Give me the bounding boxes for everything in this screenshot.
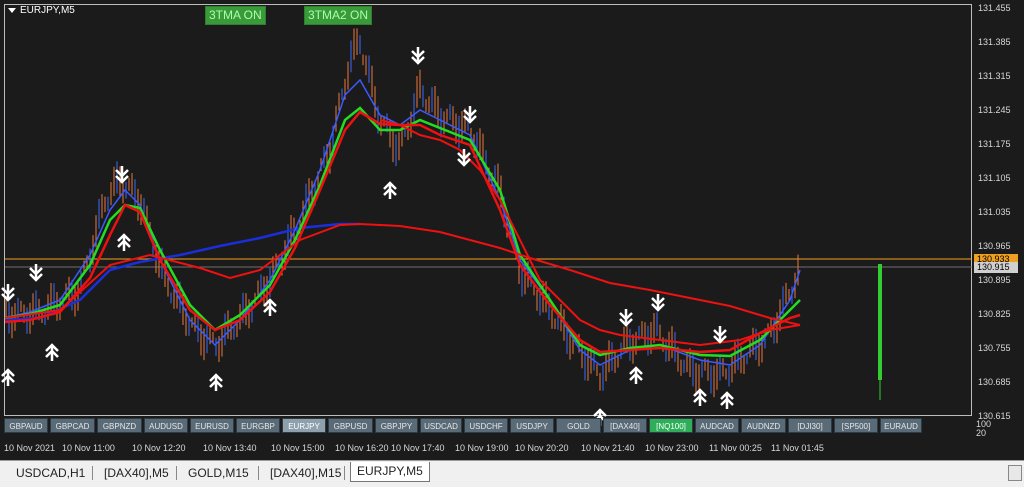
sell-arrow-icon bbox=[651, 294, 665, 312]
symbol-button-gbpcad[interactable]: GBPCAD bbox=[50, 418, 95, 433]
symbol-button-usdjpy[interactable]: USDJPY bbox=[510, 418, 554, 433]
time-label: 10 Nov 23:00 bbox=[645, 443, 699, 453]
time-label: 10 Nov 19:00 bbox=[455, 443, 509, 453]
sell-arrow-icon bbox=[1, 284, 15, 302]
symbol-button-eurjpy[interactable]: EURJPY bbox=[282, 418, 326, 433]
time-label: 11 Nov 00:25 bbox=[709, 443, 762, 453]
time-label: 10 Nov 15:00 bbox=[271, 443, 325, 453]
symbol-button-usdcad[interactable]: USDCAD bbox=[420, 418, 462, 433]
symbol-button-gbpjpy[interactable]: GBPJPY bbox=[375, 418, 418, 433]
symbol-button-audcad[interactable]: AUDCAD bbox=[695, 418, 739, 433]
sub-axis-min: 20 bbox=[976, 428, 987, 438]
sell-arrow-icon bbox=[411, 47, 425, 65]
3tma2-button[interactable]: 3TMA2 ON bbox=[304, 6, 373, 25]
symbol-button-gold[interactable]: GOLD bbox=[556, 418, 601, 433]
buy-arrow-icon bbox=[383, 181, 397, 199]
sell-arrow-icon bbox=[713, 326, 727, 344]
symbol-button-dji30[interactable]: [DJI30] bbox=[788, 418, 832, 433]
tab-scroll-right[interactable] bbox=[1008, 465, 1022, 481]
sell-arrow-icon bbox=[619, 309, 633, 327]
symbol-button-dax40[interactable]: [DAX40] bbox=[603, 418, 647, 433]
symbol-button-nq100[interactable]: [NQ100] bbox=[649, 418, 693, 433]
time-label: 10 Nov 2021 bbox=[4, 443, 56, 453]
buy-arrow-icon bbox=[209, 373, 223, 391]
tab-eurjpy-m5[interactable]: EURJPY,M5 bbox=[350, 462, 430, 482]
buy-arrow-icon bbox=[1, 368, 15, 386]
price-label: 130.755 bbox=[978, 343, 1011, 353]
tma-red-fast bbox=[4, 110, 801, 354]
symbol-button-gbpusd[interactable]: GBPUSD bbox=[328, 418, 373, 433]
symbol-button-row: GBPAUD GBPCAD GBPNZD AUDUSD EURUSD EURGBP EURJ… bbox=[4, 418, 972, 434]
tab-separator bbox=[258, 466, 259, 480]
symbol-button-audusd[interactable]: AUDUSD bbox=[144, 418, 188, 433]
symbol-button-usdchf[interactable]: USDCHF bbox=[464, 418, 508, 433]
price-plot bbox=[1, 28, 972, 426]
symbol-button-sp500[interactable]: [SP500] bbox=[834, 418, 878, 433]
tab-gold-m15[interactable]: GOLD,M15 bbox=[182, 464, 255, 482]
ask-price-tag: 130.915 bbox=[974, 262, 1018, 273]
time-label: 10 Nov 12:20 bbox=[132, 443, 186, 453]
time-label: 10 Nov 13:40 bbox=[203, 443, 257, 453]
symbol-button-gbpnzd[interactable]: GBPNZD bbox=[97, 418, 142, 433]
time-label: 10 Nov 20:20 bbox=[515, 443, 569, 453]
price-axis[interactable]: 131.455 131.385 131.315 131.245 131.175 131.1… bbox=[972, 0, 1024, 460]
chart-window[interactable]: EURJPY,M5 3TMA ON 3TMA2 ON 131.455 131.38… bbox=[0, 0, 1024, 460]
tma-blue-upper bbox=[4, 78, 801, 366]
tab--dax40--m15[interactable]: [DAX40],M15 bbox=[264, 464, 347, 482]
buy-arrow-icon bbox=[117, 233, 131, 251]
buy-arrow-icon bbox=[720, 391, 734, 409]
buy-arrow-icon bbox=[45, 343, 59, 361]
tab-usdcad-h1[interactable]: USDCAD,H1 bbox=[10, 464, 91, 482]
price-label: 130.965 bbox=[978, 241, 1011, 251]
symbol-button-eurgbp[interactable]: EURGBP bbox=[236, 418, 280, 433]
symbol-button-eurusd[interactable]: EURUSD bbox=[190, 418, 234, 433]
time-label: 11 Nov 01:45 bbox=[771, 443, 824, 453]
dropdown-triangle-icon[interactable] bbox=[8, 7, 16, 13]
symbol-button-euraud[interactable]: EURAUD bbox=[880, 418, 922, 433]
tab-separator bbox=[344, 466, 345, 480]
time-label: 10 Nov 11:00 bbox=[62, 443, 115, 453]
price-label: 130.685 bbox=[978, 377, 1011, 387]
tab--dax40--m5[interactable]: [DAX40],M5 bbox=[98, 464, 175, 482]
price-label: 131.245 bbox=[978, 105, 1011, 115]
sell-arrow-icon bbox=[115, 166, 129, 184]
chart-tabbar: USDCAD,H1 [DAX40],M5 GOLD,M15 [DAX40],M15 EU… bbox=[0, 460, 1024, 487]
symbol-button-gbpaud[interactable]: GBPAUD bbox=[4, 418, 48, 433]
time-label: 10 Nov 17:40 bbox=[391, 443, 445, 453]
time-label: 10 Nov 16:20 bbox=[335, 443, 389, 453]
tab-separator bbox=[92, 466, 93, 480]
price-label: 131.035 bbox=[978, 207, 1011, 217]
symbol-label: EURJPY,M5 bbox=[8, 5, 75, 16]
signal-arrows bbox=[1, 47, 734, 426]
price-label: 131.385 bbox=[978, 37, 1011, 47]
buy-arrow-icon bbox=[263, 298, 277, 316]
tab-separator bbox=[176, 466, 177, 480]
price-label: 131.175 bbox=[978, 139, 1011, 149]
sell-arrow-icon bbox=[463, 106, 477, 124]
price-label: 130.895 bbox=[978, 275, 1011, 285]
price-label: 130.825 bbox=[978, 309, 1011, 319]
buy-arrow-icon bbox=[629, 366, 643, 384]
price-label: 131.455 bbox=[978, 3, 1011, 13]
price-label: 131.315 bbox=[978, 71, 1011, 81]
sell-arrow-icon bbox=[29, 264, 43, 282]
price-label: 131.105 bbox=[978, 173, 1011, 183]
time-label: 10 Nov 21:40 bbox=[581, 443, 635, 453]
3tma-button[interactable]: 3TMA ON bbox=[205, 6, 266, 25]
symbol-button-audnzd[interactable]: AUDNZD bbox=[741, 418, 786, 433]
